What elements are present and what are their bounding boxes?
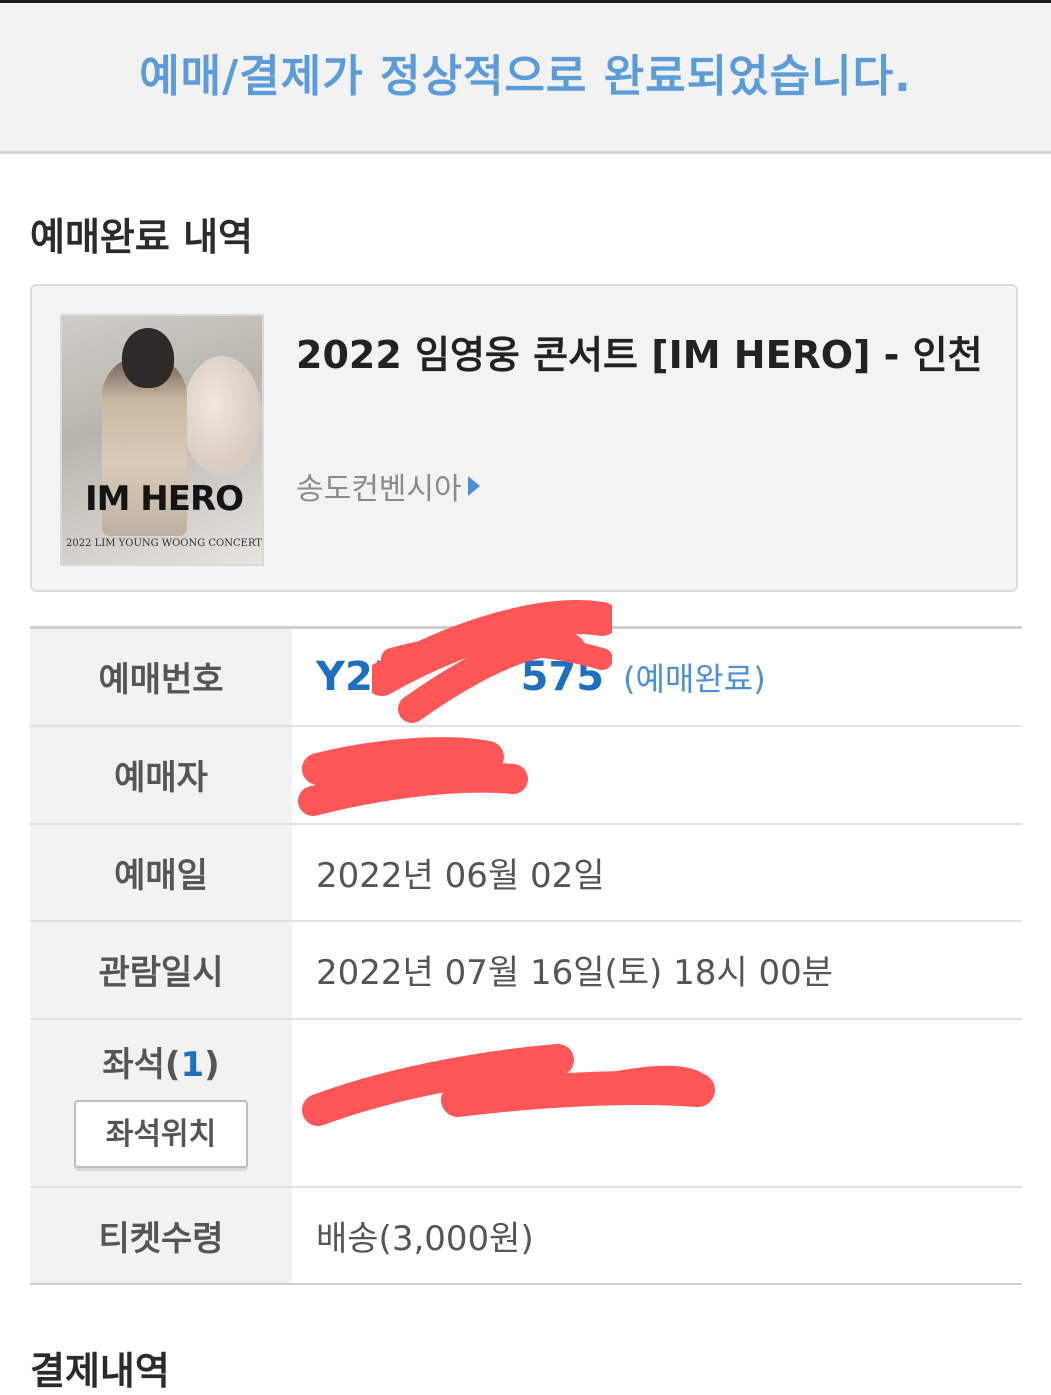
seat-count: 1 <box>180 1045 205 1085</box>
seat-label-close: ) <box>204 1045 220 1085</box>
redaction-scribble <box>302 1043 715 1126</box>
poster-subtitle: 2022 LIM YOUNG WOONG CONCERT <box>66 538 262 549</box>
booking-date-value: 2022년 06월 02일 <box>292 823 1022 922</box>
booker-row: 예매자 <box>30 725 1022 825</box>
poster-head-graphic <box>122 328 174 388</box>
reservation-status: (예매완료) <box>622 659 766 698</box>
seat-value <box>292 1018 1022 1188</box>
reservation-number-value: Y25 575 (예매완료) <box>292 600 1022 727</box>
poster-face-graphic <box>182 356 262 476</box>
booking-date-label: 예매일 <box>30 823 292 922</box>
booking-date-row: 예매일 2022년 06월 02일 <box>30 823 1022 922</box>
completion-message: 예매/결제가 정상적으로 완료되었습니다. <box>139 51 912 102</box>
reservation-number: Y25 <box>316 653 401 700</box>
concert-poster[interactable]: IM HERO 2022 LIM YOUNG WOONG CONCERT <box>60 314 264 566</box>
reservation-number-suffix: 575 <box>520 653 605 700</box>
play-arrow-icon <box>467 476 480 496</box>
booker-label: 예매자 <box>30 725 292 825</box>
completion-banner: 예매/결제가 정상적으로 완료되었습니다. <box>0 3 1051 154</box>
viewing-datetime-label: 관람일시 <box>30 920 292 1020</box>
seat-label: 좌석(1) <box>30 1037 292 1086</box>
viewing-datetime-row: 관람일시 2022년 07월 16일(토) 18시 00분 <box>30 920 1022 1020</box>
concert-card[interactable]: IM HERO 2022 LIM YOUNG WOONG CONCERT 202… <box>30 284 1018 592</box>
poster-logo: IM HERO <box>84 479 244 519</box>
concert-title: 2022 임영웅 콘서트 [IM HERO] - 인천 <box>296 333 983 377</box>
reservation-number-row: 예매번호 Y25 575 (예매완료) <box>30 600 1022 727</box>
seat-row: 좌석(1) 좌석위치 <box>30 1018 1022 1188</box>
reservation-number-label: 예매번호 <box>30 627 292 727</box>
venue-link[interactable]: 송도컨벤시아 <box>296 464 480 508</box>
seat-location-button[interactable]: 좌석위치 <box>74 1100 248 1168</box>
seat-label-text: 좌석( <box>102 1045 181 1085</box>
ticket-pickup-value: 배송(3,000원) <box>316 1218 534 1259</box>
payment-section-title: 결제내역 <box>30 1349 170 1393</box>
reservation-details-table: 예매번호 Y25 575 (예매완료) 예매자 예매일 2022년 06월 02일… <box>30 600 1022 1285</box>
venue-name: 송도컨벤시아 <box>296 472 462 507</box>
ticket-pickup-label: 티켓수령 <box>30 1186 292 1284</box>
section-title: 예매완료 내역 <box>30 215 253 259</box>
viewing-datetime-value: 2022년 07월 16일(토) 18시 00분 <box>292 920 1022 1020</box>
seat-label-cell: 좌석(1) 좌석위치 <box>30 1018 292 1188</box>
redaction-scribble <box>298 736 528 816</box>
ticket-pickup-row: 티켓수령 배송(3,000원) <box>30 1186 1022 1284</box>
booker-value <box>292 725 1022 825</box>
